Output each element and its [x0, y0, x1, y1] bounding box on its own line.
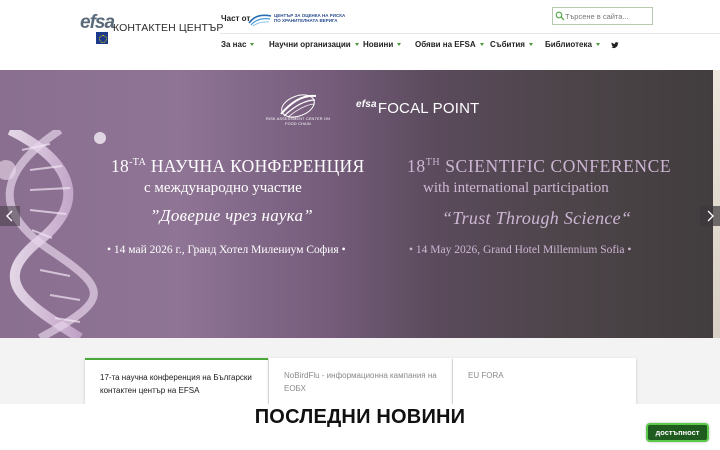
- logo-title: КОНТАКТЕН ЦЕНТЪР: [113, 22, 224, 34]
- bg-conference-title: 18-ТА НАУЧНА КОНФЕРЕНЦИЯ: [111, 156, 364, 177]
- partner-text: ЦЕНТЪР ЗА ОЦЕНКА НА РИСКА ПО ХРАНИТЕЛНАТ…: [274, 13, 345, 23]
- en-conference-title: 18TH SCIENTIFIC CONFERENCE: [407, 156, 671, 177]
- chevron-down-icon: [397, 43, 402, 46]
- nav-label: Събития: [490, 40, 525, 49]
- bg-conference-date: • 14 май 2026 г., Гранд Хотел Милениум С…: [107, 244, 346, 256]
- nav-item-news[interactable]: Новини: [363, 40, 402, 49]
- en-conference-subtitle: with international participation: [423, 180, 609, 196]
- nav-label: Новини: [363, 40, 394, 49]
- slider-tab-2[interactable]: NoBirdFlu - информационна кампания на ЕО…: [269, 358, 452, 404]
- dna-helix-icon: [0, 130, 106, 338]
- accessibility-button[interactable]: достъпност: [646, 423, 709, 442]
- bg-title-num: 18: [111, 156, 130, 176]
- nav-label: Библиотека: [545, 40, 592, 49]
- rac-text: RISK ASSESSMENT CENTER ON FOOD CHAIN: [266, 117, 331, 126]
- nav-item-scientific-orgs[interactable]: Научни организации: [269, 40, 359, 49]
- nav-label: За нас: [221, 40, 247, 49]
- chevron-down-icon: [595, 43, 600, 46]
- chevron-down-icon: [479, 43, 484, 46]
- nav-divider: [220, 33, 720, 34]
- slider-tab-3[interactable]: EU FORA: [453, 358, 636, 404]
- banner-edge: [713, 70, 720, 338]
- en-conference-date: • 14 May 2026, Grand Hotel Millennium So…: [409, 244, 632, 256]
- partner-logo[interactable]: ЦЕНТЪР ЗА ОЦЕНКА НА РИСКА ПО ХРАНИТЕЛНАТ…: [248, 10, 345, 30]
- latest-news-heading: ПОСЛЕДНИ НОВИНИ: [254, 406, 466, 428]
- chevron-right-icon: [707, 210, 714, 222]
- slider-next-button[interactable]: [700, 206, 720, 226]
- site-header: efsa КОНТАКТЕН ЦЕНТЪР Част от ЦЕНТЪР ЗА …: [0, 0, 720, 70]
- fp-label: FOCAL POINT: [377, 100, 480, 117]
- nav-label: Научни организации: [269, 40, 351, 49]
- part-of-label: Част от: [221, 14, 251, 23]
- bg-conference-subtitle: с международно участие: [144, 180, 302, 196]
- nav-item-efsa-calls[interactable]: Обяви на EFSA: [415, 40, 484, 49]
- slider-prev-button[interactable]: [0, 206, 20, 226]
- nav-item-about[interactable]: За нас: [221, 40, 255, 49]
- en-title-rest: SCIENTIFIC CONFERENCE: [440, 156, 672, 176]
- bg-conference-motto: ”Доверие чрез наука”: [150, 206, 314, 225]
- bg-title-rest: НАУЧНА КОНФЕРЕНЦИЯ: [146, 156, 365, 176]
- slider-tab-text: 17-та научна конференция на Български ко…: [100, 373, 252, 395]
- partner-swoosh-icon: [248, 14, 272, 27]
- chevron-left-icon: [6, 210, 13, 222]
- rac-logo-icon: [280, 94, 317, 118]
- focal-point-logo: efsaFOCAL POINT: [356, 99, 479, 117]
- hero-banner[interactable]: RISK ASSESSMENT CENTER ON FOOD CHAIN efs…: [0, 70, 720, 338]
- nav-label: Обяви на EFSA: [415, 40, 476, 49]
- nav-item-events[interactable]: Събития: [490, 40, 533, 49]
- fp-efsa: efsa: [356, 99, 377, 110]
- chevron-down-icon: [528, 43, 533, 46]
- nav-item-library[interactable]: Библиотека: [545, 40, 600, 49]
- slider-tab-text: NoBirdFlu - информационна кампания на ЕО…: [284, 371, 437, 393]
- en-conference-motto: “Trust Through Science“: [442, 208, 632, 228]
- search-input[interactable]: [565, 10, 651, 23]
- search-box: [552, 7, 653, 25]
- logo-mark: efsa: [80, 12, 115, 33]
- chevron-down-icon: [250, 43, 255, 46]
- search-icon[interactable]: [555, 11, 565, 21]
- bg-title-sup: -ТА: [129, 157, 147, 168]
- partner-line-2: ПО ХРАНИТЕЛНАТА ВЕРИГА: [274, 18, 338, 23]
- slider-tab-text: EU FORA: [468, 371, 504, 380]
- en-title-sup: TH: [425, 157, 441, 168]
- slider-tab-1[interactable]: 17-та научна конференция на Български ко…: [85, 358, 268, 404]
- chevron-down-icon: [354, 43, 359, 46]
- twitter-icon[interactable]: [611, 41, 619, 49]
- en-title-num: 18: [407, 156, 426, 176]
